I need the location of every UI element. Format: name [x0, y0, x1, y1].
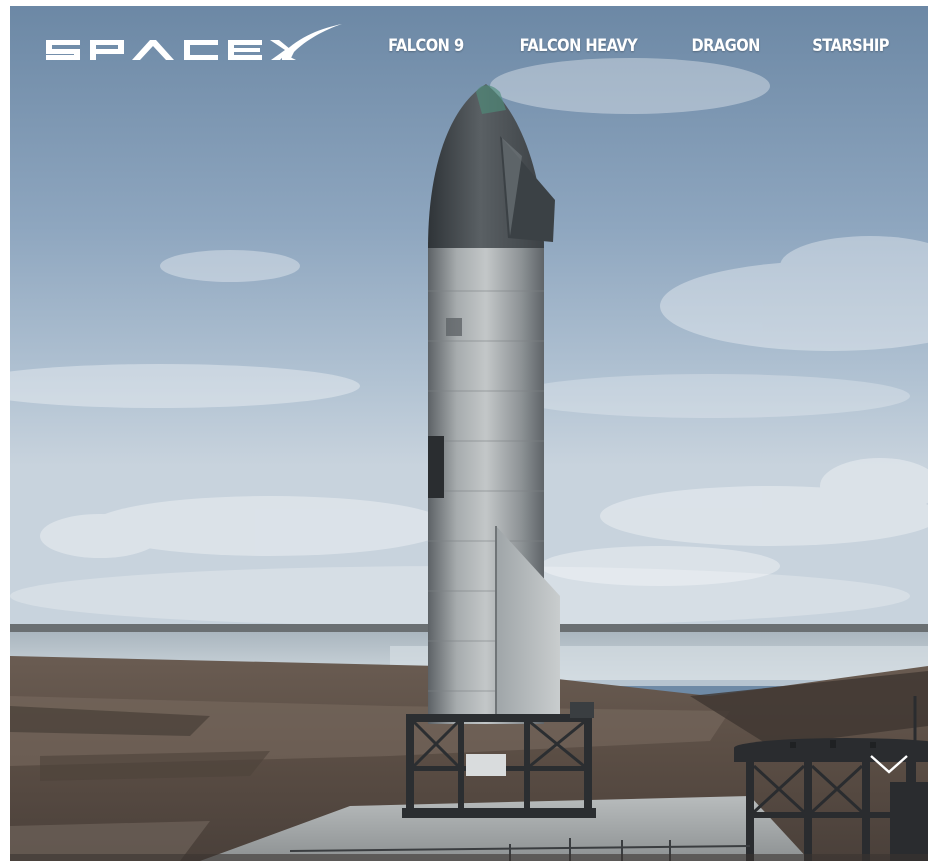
nav-link-dragon[interactable]: DRAGON — [692, 36, 761, 56]
spacex-logo-icon — [46, 24, 342, 60]
nav-link-falcon-heavy[interactable]: FALCON HEAVY — [519, 36, 637, 56]
nav-item-dragon: DRAGON — [686, 36, 765, 56]
spacex-logo[interactable] — [44, 22, 344, 66]
hero-image — [10, 6, 928, 861]
nav-link-starship[interactable]: STARSHIP — [812, 36, 889, 56]
chevron-down-icon — [870, 755, 908, 774]
nav-item-starship: STARSHIP — [806, 36, 895, 56]
site-header: FALCON 9 FALCON HEAVY DRAGON STARSHIP — [10, 6, 928, 96]
nav-item-falcon-9: FALCON 9 — [382, 36, 470, 56]
browser-viewport: FALCON 9 FALCON HEAVY DRAGON STARSHIP — [10, 6, 928, 861]
scroll-down-button[interactable] — [868, 750, 910, 778]
main-nav-list: FALCON 9 FALCON HEAVY DRAGON STARSHIP — [382, 36, 895, 56]
nav-link-falcon-9[interactable]: FALCON 9 — [388, 36, 464, 56]
nav-item-falcon-heavy: FALCON HEAVY — [510, 36, 647, 56]
